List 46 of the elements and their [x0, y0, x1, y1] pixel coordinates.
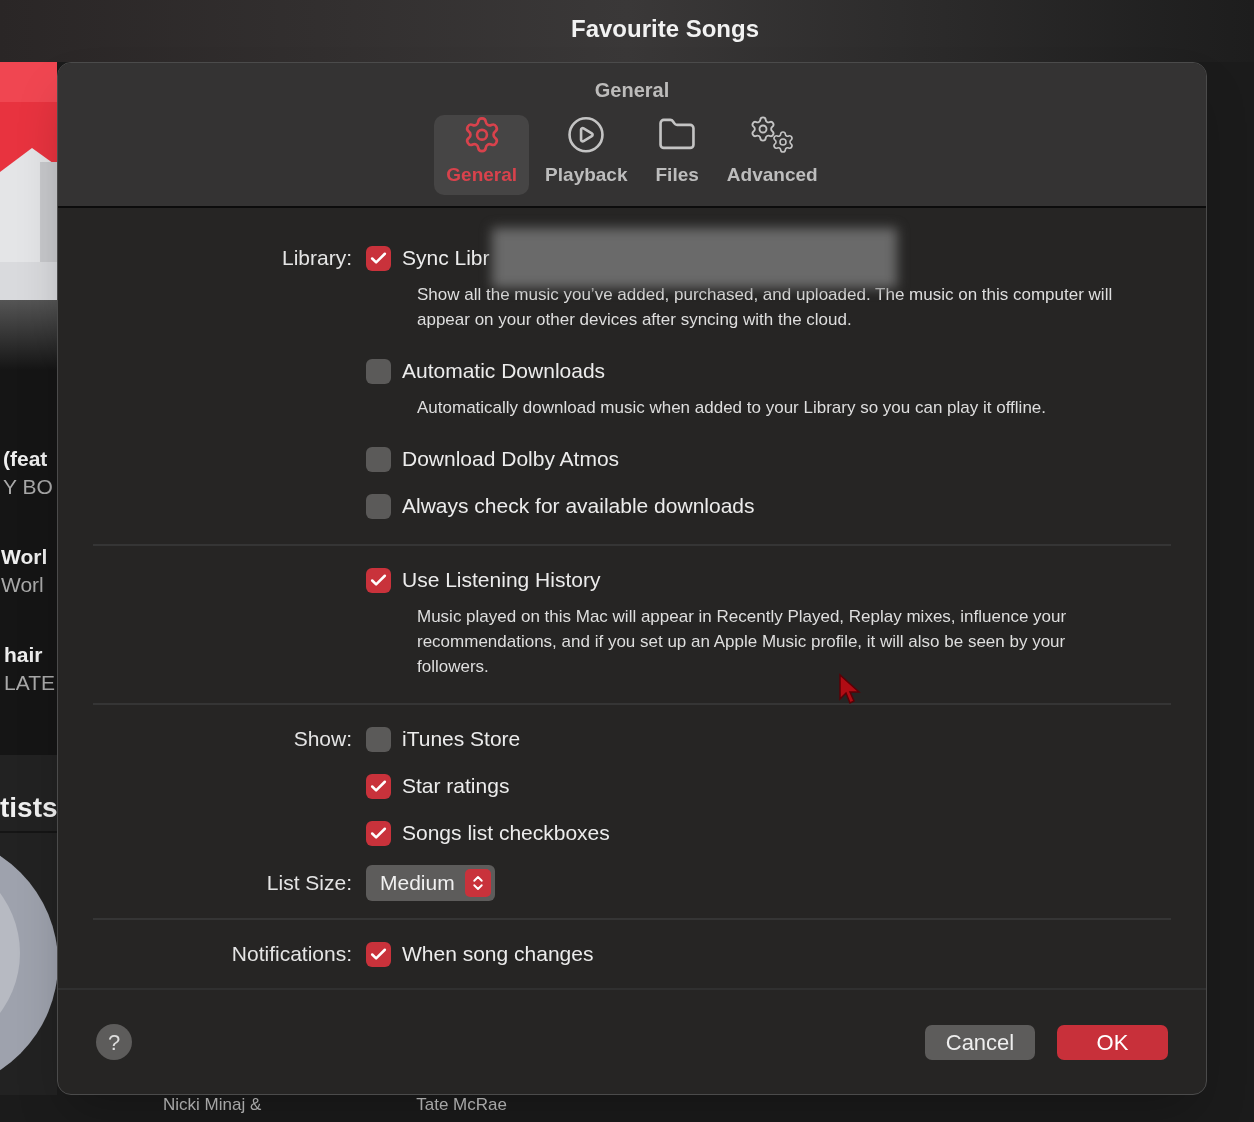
ok-button[interactable]: OK: [1057, 1024, 1168, 1060]
option-label: Download Dolby Atmos: [402, 446, 620, 473]
song-title: (feat: [3, 446, 49, 472]
window-title: Favourite Songs: [571, 14, 759, 44]
row-label: Show:: [293, 726, 352, 753]
cancel-button[interactable]: Cancel: [925, 1024, 1035, 1060]
option-label: Sync Libr: [402, 245, 490, 272]
updown-icon: [464, 869, 491, 897]
song-artist: LATE: [4, 670, 56, 696]
dialog-title: General: [594, 78, 670, 103]
checkbox[interactable]: [366, 245, 391, 271]
artist-caption: Tate McRae: [416, 1095, 507, 1115]
checkbox[interactable]: [366, 567, 391, 593]
toolbar-tab[interactable]: Advanced: [714, 115, 830, 195]
option-label: When song changes: [402, 941, 594, 968]
cursor-icon: [838, 673, 862, 705]
song-title: hair: [4, 642, 44, 668]
row-label: Notifications:: [231, 941, 352, 968]
option-description: Automatically download music when added to your Library so you can play it offline.: [417, 397, 1048, 419]
row-label: List Size:: [266, 870, 352, 897]
artist-caption: Nicki Minaj &: [163, 1095, 262, 1115]
list-size-popup[interactable]: Medium: [366, 865, 495, 901]
checkbox[interactable]: [366, 773, 391, 799]
checkbox[interactable]: [366, 726, 391, 752]
row-label: Library:: [281, 245, 352, 272]
option-label: Automatic Downloads: [402, 358, 606, 385]
play-icon: [566, 115, 607, 155]
checkbox[interactable]: [366, 493, 391, 519]
option-label: Use Listening History: [402, 567, 601, 594]
song-artist: Worl: [1, 572, 45, 598]
option-label: iTunes Store: [402, 726, 521, 753]
option-description: Music played on this Mac will appear in Recently Played, Replay mixes, influence your recommendations, and if you set up an Apple Music profile, it will also be seen by your followers.: [417, 606, 1068, 678]
song-title: Worl: [1, 544, 49, 570]
help-button[interactable]: ?: [96, 1024, 132, 1060]
toolbar-tab[interactable]: Playback: [533, 115, 640, 195]
section-heading: tists: [0, 791, 57, 825]
option-label: Always check for available downloads: [402, 493, 755, 520]
option-label: Songs list checkboxes: [402, 820, 610, 847]
option-description: Show all the music you’ve added, purchased, and uploaded. The music on this computer will appear on your other devices after syncing with the cloud.: [417, 284, 1114, 331]
song-artist: Y BO: [3, 474, 54, 500]
checkbox[interactable]: [366, 941, 391, 967]
checkbox[interactable]: [366, 820, 391, 846]
checkbox[interactable]: [366, 358, 391, 384]
option-label: Star ratings: [402, 773, 510, 800]
checkbox[interactable]: [366, 446, 391, 472]
toolbar-tab[interactable]: Files: [643, 115, 711, 195]
